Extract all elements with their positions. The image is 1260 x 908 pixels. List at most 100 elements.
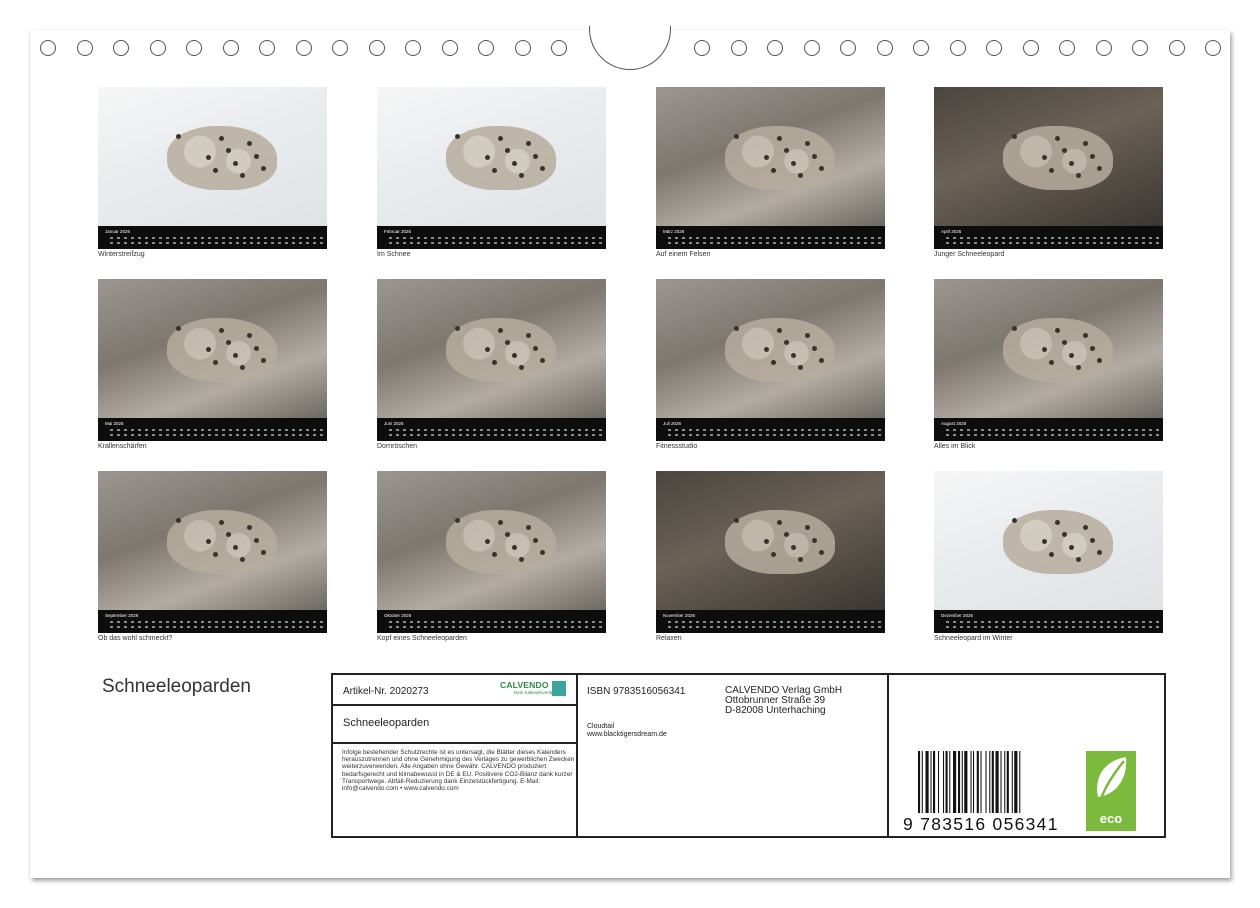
day-mark: [550, 434, 553, 436]
day-mark: [1114, 621, 1117, 623]
month-name: März 2026: [663, 229, 685, 234]
day-mark: [988, 621, 991, 623]
day-mark: [808, 434, 811, 436]
binding-hole: [1205, 40, 1221, 56]
day-mark: [1135, 242, 1138, 244]
day-mark: [410, 626, 413, 628]
barcode-bar: [930, 751, 932, 813]
day-mark: [995, 429, 998, 431]
day-mark: [1093, 621, 1096, 623]
day-mark: [417, 621, 420, 623]
day-mark: [396, 242, 399, 244]
day-mark: [117, 429, 120, 431]
day-mark: [801, 626, 804, 628]
day-mark: [257, 242, 260, 244]
leopard-photo: [934, 279, 1163, 418]
day-mark: [1093, 242, 1096, 244]
day-mark: [278, 242, 281, 244]
day-mark: [229, 429, 232, 431]
day-mark: [278, 434, 281, 436]
day-mark: [836, 626, 839, 628]
day-mark: [264, 626, 267, 628]
day-mark: [822, 621, 825, 623]
day-mark: [522, 237, 525, 239]
day-mark: [745, 621, 748, 623]
day-mark: [808, 626, 811, 628]
leopard-spot: [1089, 345, 1095, 351]
day-mark: [208, 626, 211, 628]
day-mark: [1051, 626, 1054, 628]
day-mark: [459, 237, 462, 239]
day-mark: [1002, 626, 1005, 628]
day-mark: [124, 626, 127, 628]
day-mark: [410, 429, 413, 431]
day-mark: [717, 237, 720, 239]
day-mark: [152, 621, 155, 623]
binding-hole: [441, 40, 458, 56]
day-mark: [1044, 621, 1047, 623]
month-calendar-bar: Januar 2026: [98, 226, 327, 249]
day-mark: [675, 237, 678, 239]
photo-caption: Winterstreifzug: [98, 251, 145, 258]
day-mark: [285, 621, 288, 623]
day-mark: [787, 621, 790, 623]
day-mark: [124, 434, 127, 436]
day-mark: [494, 626, 497, 628]
day-mark: [243, 626, 246, 628]
day-mark: [850, 237, 853, 239]
day-mark: [1100, 621, 1103, 623]
day-mark: [1051, 429, 1054, 431]
day-mark: [724, 434, 727, 436]
day-mark: [668, 626, 671, 628]
day-mark: [543, 434, 546, 436]
day-mark: [536, 621, 539, 623]
binding-hole: [1132, 40, 1148, 56]
day-mark: [878, 429, 881, 431]
day-mark: [222, 237, 225, 239]
day-mark: [110, 242, 113, 244]
day-mark: [592, 621, 595, 623]
day-mark: [592, 237, 595, 239]
day-mark: [981, 626, 984, 628]
day-mark: [815, 434, 818, 436]
day-mark: [787, 626, 790, 628]
day-mark: [864, 626, 867, 628]
day-mark: [850, 626, 853, 628]
day-mark: [396, 237, 399, 239]
day-mark: [480, 242, 483, 244]
binding-hole: [986, 40, 1002, 56]
day-mark: [438, 621, 441, 623]
day-mark: [974, 434, 977, 436]
day-mark: [703, 621, 706, 623]
day-mark: [1100, 626, 1103, 628]
day-mark: [466, 237, 469, 239]
day-mark: [1016, 237, 1019, 239]
day-mark: [946, 621, 949, 623]
month-tile: Oktober 2026 Kopf eines Schneeleoparden: [377, 471, 606, 642]
day-mark: [717, 626, 720, 628]
day-mark: [738, 621, 741, 623]
day-mark: [299, 621, 302, 623]
day-mark: [1044, 242, 1047, 244]
day-mark: [696, 429, 699, 431]
day-mark: [473, 621, 476, 623]
month-tile: Januar 2026 Winterstreifzug: [98, 87, 327, 258]
day-mark: [773, 621, 776, 623]
day-mark: [564, 626, 567, 628]
day-mark: [850, 242, 853, 244]
day-mark: [946, 237, 949, 239]
day-mark: [787, 242, 790, 244]
day-mark: [675, 621, 678, 623]
binding-hole: [222, 40, 239, 56]
day-mark: [1107, 429, 1110, 431]
month-name: Dezember 2026: [941, 613, 974, 618]
binding-hole: [694, 40, 710, 56]
barcode-bar: [921, 751, 923, 813]
day-mark: [306, 429, 309, 431]
leopard-spot: [1089, 537, 1095, 543]
day-mark: [668, 237, 671, 239]
day-mark: [585, 434, 588, 436]
day-mark: [159, 429, 162, 431]
day-mark: [522, 429, 525, 431]
day-mark: [850, 621, 853, 623]
